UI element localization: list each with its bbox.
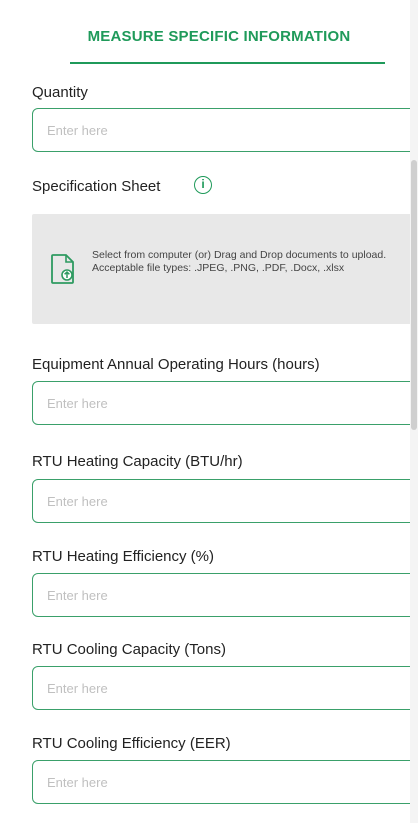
section-header: MEASURE SPECIFIC INFORMATION xyxy=(0,28,410,46)
file-upload-dropzone[interactable]: Select from computer (or) Drag and Drop … xyxy=(32,214,418,324)
rtu-heating-efficiency-input[interactable] xyxy=(32,573,418,617)
quantity-input[interactable] xyxy=(32,108,418,152)
rtu-heating-capacity-label: RTU Heating Capacity (BTU/hr) xyxy=(32,453,243,470)
rtu-cooling-capacity-label: RTU Cooling Capacity (Tons) xyxy=(32,641,226,658)
vertical-scrollbar[interactable] xyxy=(410,0,418,823)
rtu-cooling-efficiency-input[interactable] xyxy=(32,760,418,804)
quantity-label: Quantity xyxy=(32,84,88,101)
equipment-annual-operating-hours-label: Equipment Annual Operating Hours (hours) xyxy=(32,356,320,373)
rtu-heating-efficiency-label: RTU Heating Efficiency (%) xyxy=(32,548,215,565)
rtu-cooling-efficiency-label: RTU Cooling Efficiency (EER) xyxy=(32,735,231,752)
info-icon[interactable]: i xyxy=(194,176,212,194)
section-title: MEASURE SPECIFIC INFORMATION xyxy=(87,28,351,45)
document-upload-icon xyxy=(51,254,74,284)
section-title-underline xyxy=(70,62,385,64)
measure-specific-information-panel: MEASURE SPECIFIC INFORMATION Quantity Sp… xyxy=(0,0,418,823)
equipment-annual-operating-hours-input[interactable] xyxy=(32,381,418,425)
scrollbar-thumb[interactable] xyxy=(411,160,417,430)
upload-instructions: Select from computer (or) Drag and Drop … xyxy=(92,249,387,274)
rtu-cooling-capacity-input[interactable] xyxy=(32,666,418,710)
rtu-heating-capacity-input[interactable] xyxy=(32,479,418,523)
specification-sheet-label: Specification Sheet xyxy=(32,178,161,195)
